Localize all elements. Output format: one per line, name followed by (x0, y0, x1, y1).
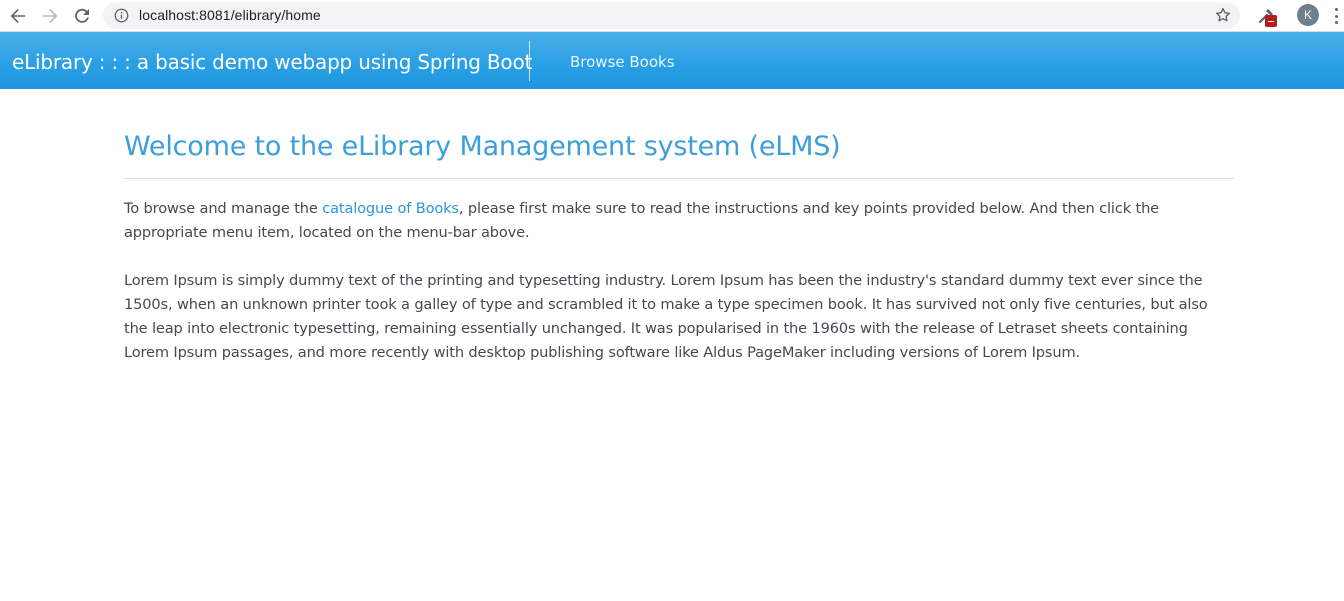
profile-initial: K (1303, 8, 1312, 22)
navbar-divider (529, 41, 530, 81)
page-title: Welcome to the eLibrary Management syste… (124, 131, 841, 162)
url-text[interactable]: localhost:8081/elibrary/home (139, 7, 321, 23)
address-bar[interactable]: localhost:8081/elibrary/home (103, 2, 1240, 29)
intro-paragraph: To browse and manage the catalogue of Bo… (124, 197, 1234, 245)
back-button[interactable] (5, 4, 31, 28)
star-icon[interactable] (1214, 6, 1232, 24)
reload-button[interactable] (69, 4, 95, 28)
intro-text-before: To browse and manage the (124, 200, 323, 217)
app-navbar: eLibrary : : : a basic demo webapp using… (0, 32, 1344, 89)
browser-toolbar: localhost:8081/elibrary/home K (0, 0, 1344, 32)
catalogue-link[interactable]: catalogue of Books (322, 200, 459, 217)
nav-link-browse-books[interactable]: Browse Books (570, 53, 675, 71)
navbar-brand[interactable]: eLibrary : : : a basic demo webapp using… (12, 50, 532, 74)
lorem-paragraph: Lorem Ipsum is simply dummy text of the … (124, 272, 1208, 361)
info-icon[interactable] (114, 8, 129, 23)
profile-avatar[interactable]: K (1297, 4, 1319, 26)
more-vert-icon[interactable] (1332, 6, 1340, 26)
reload-icon (75, 8, 89, 23)
arrow-right-icon (43, 9, 58, 23)
title-divider (124, 178, 1234, 179)
main-content: Welcome to the eLibrary Management syste… (124, 128, 1234, 365)
forward-button[interactable] (37, 4, 63, 28)
extension-badge (1265, 15, 1277, 27)
arrow-left-icon (10, 9, 25, 23)
